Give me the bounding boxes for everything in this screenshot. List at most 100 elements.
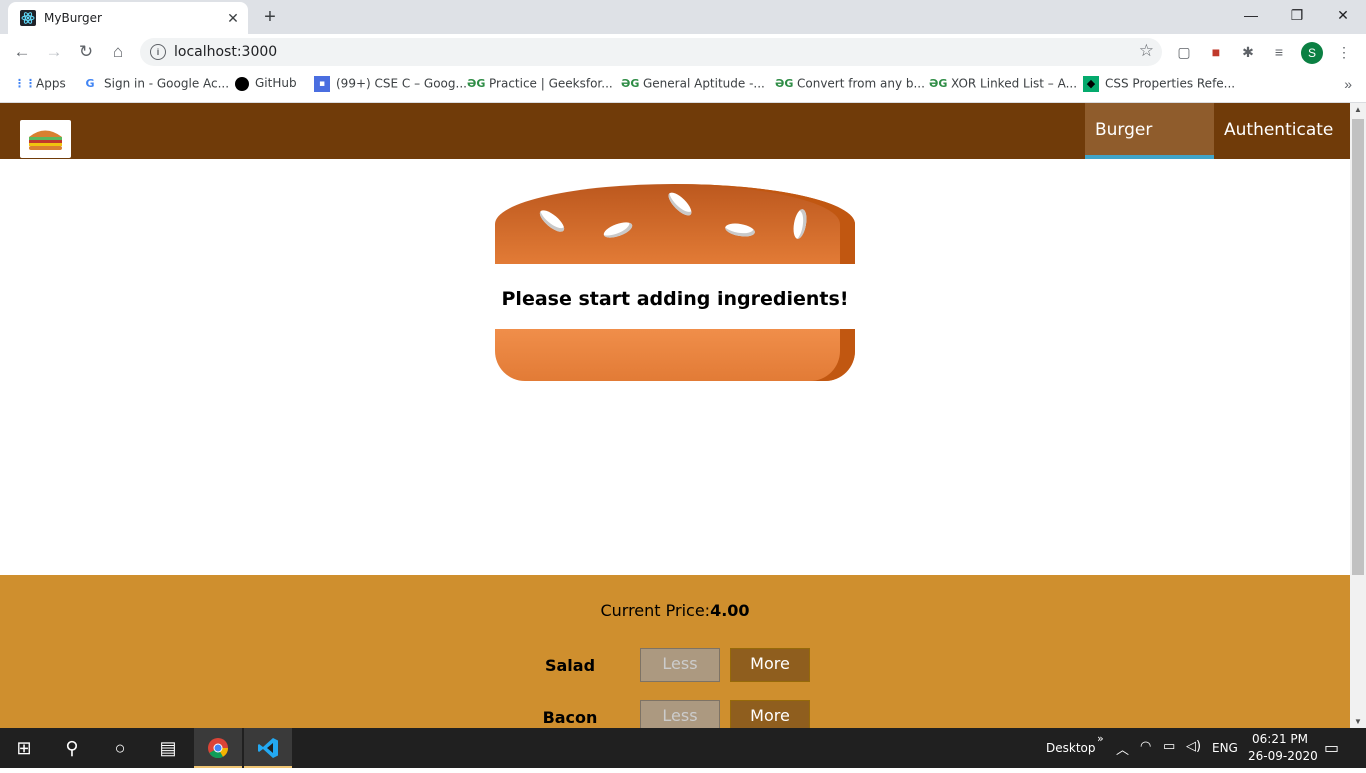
bookmark-gfg-practice[interactable]: ƏG Practice | Geeksfor... <box>467 76 613 92</box>
geeksforgeeks-icon: ӘG <box>929 77 948 90</box>
bookmarks-bar: ⋮⋮Apps G Sign in - Google Ac... GitHub ▪ (… <box>0 70 1366 103</box>
w3-icon: ◆ <box>1083 76 1099 92</box>
notifications-icon[interactable]: ▭ <box>1324 738 1339 757</box>
windows-start-icon[interactable]: ⊞ <box>0 728 48 768</box>
bookmark-label: Sign in - Google Ac... <box>104 76 230 91</box>
geeksforgeeks-icon: ӘG <box>775 77 794 90</box>
battery-icon[interactable]: ▭ <box>1163 739 1175 754</box>
price-label: Current Price: <box>600 601 711 620</box>
window-close-icon[interactable]: ✕ <box>1320 0 1366 32</box>
geeksforgeeks-icon: ƏG <box>621 77 640 90</box>
bookmark-star-icon[interactable]: ☆ <box>1139 41 1154 61</box>
chrome-taskbar-icon[interactable] <box>194 728 242 768</box>
bookmark-label: GitHub <box>255 76 297 90</box>
back-icon[interactable]: ← <box>10 40 34 64</box>
extensions-puzzle-icon[interactable]: ✱ <box>1239 43 1257 61</box>
seed <box>724 221 756 239</box>
profile-avatar[interactable]: S <box>1301 42 1323 64</box>
app-toolbar: Burger Builder Authenticate <box>0 103 1350 194</box>
restore-icon[interactable]: ❐ <box>1274 0 1320 32</box>
site-info-icon[interactable]: i <box>150 44 166 60</box>
seed <box>665 189 695 219</box>
new-tab-button[interactable]: + <box>258 6 282 30</box>
bookmark-label: Apps <box>36 76 66 91</box>
google-icon: G <box>85 77 95 90</box>
geeksforgeeks-icon: ƏG <box>467 77 486 90</box>
scroll-thumb[interactable] <box>1352 119 1364 575</box>
task-view-icon[interactable]: ▤ <box>144 728 192 768</box>
language-indicator[interactable]: ENG <box>1212 741 1238 755</box>
seed <box>536 206 568 236</box>
bookmark-label: (99+) CSE C – Goog... <box>336 76 467 91</box>
control-label-bacon: Bacon <box>542 708 598 727</box>
search-icon[interactable]: ⚲ <box>48 728 96 768</box>
bookmark-label: Convert from any b... <box>797 76 925 91</box>
burger-logo[interactable] <box>20 120 71 158</box>
desktop-toolbar-label[interactable]: Desktop <box>1046 741 1096 755</box>
github-icon <box>235 76 249 91</box>
windows-taskbar: ⊞ ⚲ ○ ▤ Desktop » ︿ ◠ ▭ ◁) ENG 06:21 PM … <box>0 728 1366 768</box>
page-viewport: Burger Builder Authenticate Please start… <box>0 103 1350 728</box>
seed <box>791 208 809 240</box>
tab-title: MyBurger <box>44 11 102 25</box>
salad-less-button[interactable]: Less <box>640 648 720 682</box>
bookmark-label: General Aptitude -... <box>643 76 765 91</box>
cortana-icon[interactable]: ○ <box>96 728 144 768</box>
volume-icon[interactable]: ◁) <box>1186 739 1201 754</box>
bookmark-google-signin[interactable]: G Sign in - Google Ac... <box>82 76 229 92</box>
chrome-icon <box>208 738 229 759</box>
bacon-less-button[interactable]: Less <box>640 700 720 728</box>
extension-red-icon[interactable]: ■ <box>1207 43 1225 61</box>
scroll-up-icon[interactable]: ▲ <box>1354 105 1362 114</box>
react-icon <box>20 10 36 26</box>
url-text[interactable]: localhost:3000 <box>174 44 277 60</box>
reload-icon[interactable]: ↻ <box>74 40 98 64</box>
burger-logo-icon <box>29 130 62 150</box>
scroll-down-icon[interactable]: ▼ <box>1354 717 1362 726</box>
bookmark-gfg-convert[interactable]: ӘG Convert from any b... <box>775 76 925 92</box>
control-label-salad: Salad <box>544 656 596 675</box>
build-controls: Current Price:4.00 Salad Less More Bacon… <box>0 575 1350 728</box>
bookmark-label: CSS Properties Refe... <box>1105 76 1236 91</box>
bread-bottom <box>495 329 855 381</box>
extension-pocket-icon[interactable]: ▢ <box>1175 43 1193 61</box>
browser-toolbar: ← → ↻ ⌂ i localhost:3000 ☆ ▢ ■ ✱ ≡ ⋮ <box>0 34 1366 70</box>
bookmark-github[interactable]: GitHub <box>235 76 297 91</box>
media-queue-icon[interactable]: ≡ <box>1270 43 1288 61</box>
bookmark-apps[interactable]: ⋮⋮Apps <box>14 76 66 92</box>
apps-grid-icon: ⋮⋮ <box>14 77 36 90</box>
home-icon[interactable]: ⌂ <box>106 40 130 64</box>
forward-icon[interactable]: → <box>42 40 66 64</box>
close-tab-icon[interactable]: ✕ <box>224 9 242 27</box>
vscode-icon <box>258 738 278 758</box>
clock-time[interactable]: 06:21 PM <box>1252 732 1308 746</box>
bacon-more-button[interactable]: More <box>730 700 810 728</box>
address-bar[interactable]: i localhost:3000 ☆ <box>140 38 1162 66</box>
bookmarks-overflow-icon[interactable]: » <box>1344 76 1352 92</box>
minimize-icon[interactable]: — <box>1228 0 1274 32</box>
bookmark-gfg-aptitude[interactable]: ƏG General Aptitude -... <box>621 76 765 92</box>
bread-top <box>495 184 855 264</box>
browser-tab-strip: MyBurger ✕ + — ❐ ✕ <box>0 0 1366 34</box>
nav-authenticate[interactable]: Authenticate <box>1214 103 1333 159</box>
price-value: 4.00 <box>710 601 750 620</box>
bookmark-classroom[interactable]: ▪ (99+) CSE C – Goog... <box>314 76 467 92</box>
vscode-taskbar-icon[interactable] <box>244 728 292 768</box>
current-price: Current Price:4.00 <box>0 601 1350 620</box>
nav-burger-builder[interactable]: Burger Builder <box>1085 103 1214 194</box>
bookmark-css-properties[interactable]: ◆ CSS Properties Refe... <box>1083 76 1235 92</box>
show-hidden-icons-icon[interactable]: ︿ <box>1116 739 1129 758</box>
bookmark-gfg-xor[interactable]: ӘG XOR Linked List – A... <box>929 76 1077 92</box>
seed <box>601 219 635 241</box>
browser-menu-icon[interactable]: ⋮ <box>1335 43 1353 61</box>
bookmark-label: XOR Linked List – A... <box>951 76 1078 91</box>
wifi-icon[interactable]: ◠ <box>1140 739 1151 754</box>
browser-tab[interactable]: MyBurger ✕ <box>8 2 248 34</box>
bookmark-label: Practice | Geeksfor... <box>489 76 613 91</box>
clock-date[interactable]: 26-09-2020 <box>1248 749 1318 763</box>
salad-more-button[interactable]: More <box>730 648 810 682</box>
burger-empty-message: Please start adding ingredients! <box>501 288 849 310</box>
toolbar-expand-icon[interactable]: » <box>1097 732 1104 745</box>
google-classroom-icon: ▪ <box>314 76 330 92</box>
page-scrollbar[interactable]: ▲ ▼ <box>1350 103 1366 728</box>
